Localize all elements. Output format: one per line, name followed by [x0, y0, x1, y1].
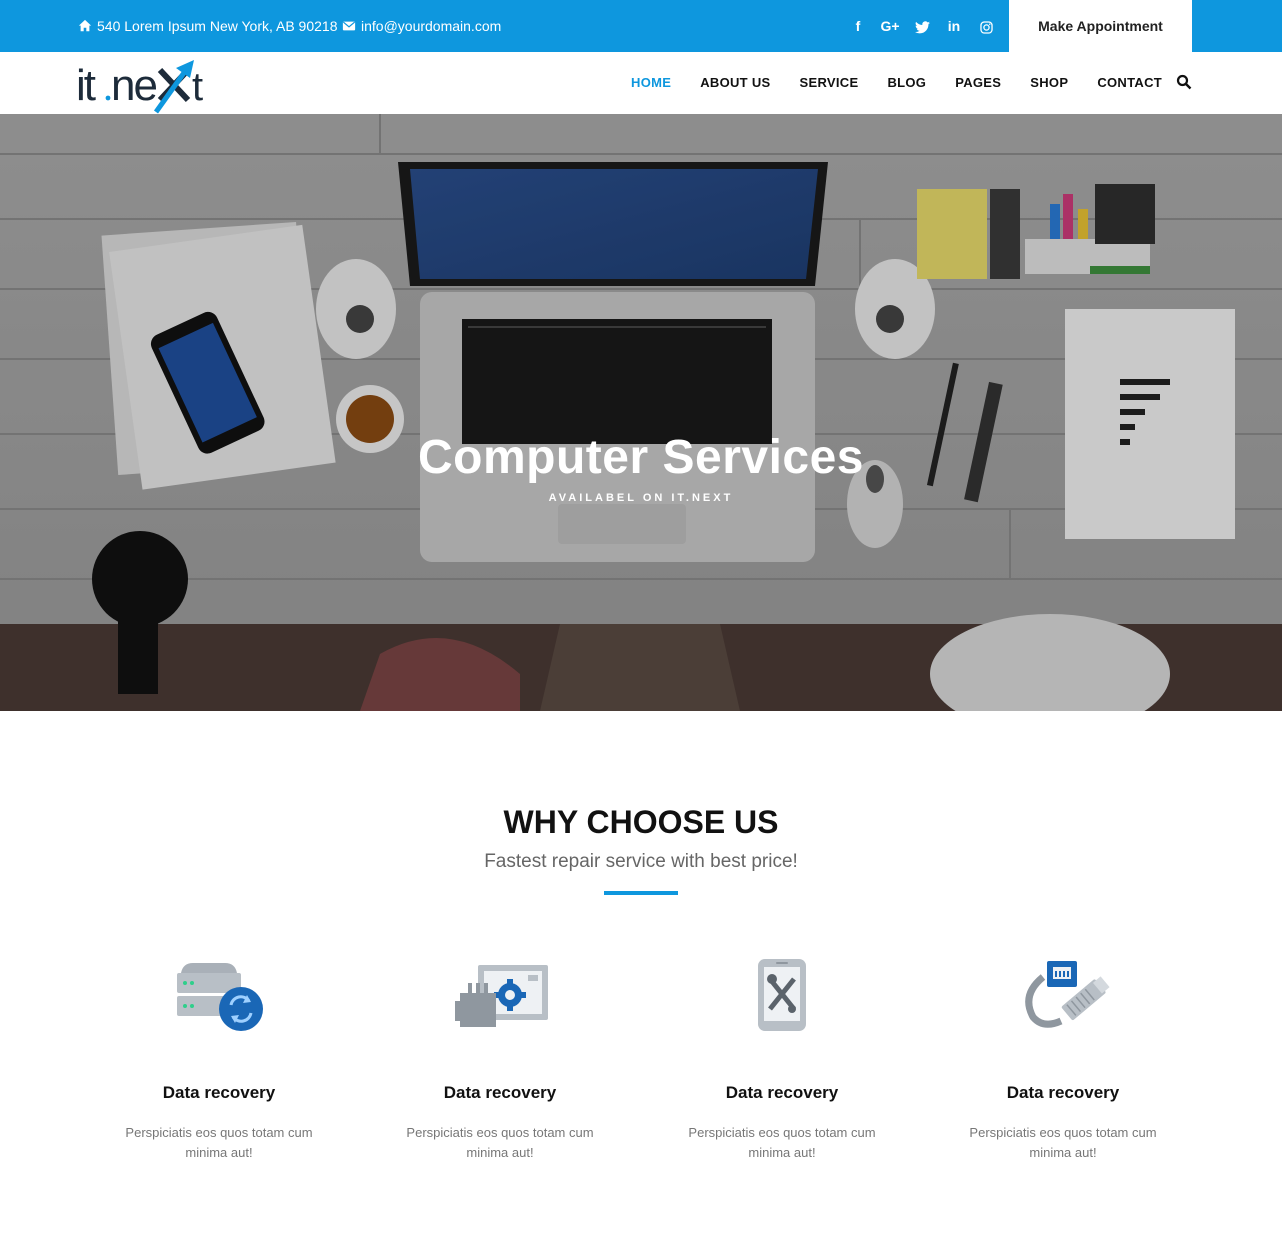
section-subtitle: Fastest repair service with best price!	[484, 851, 798, 872]
feature-description: Perspiciatis eos quos totam cum minima a…	[125, 1125, 313, 1160]
nav-blog[interactable]: BLOG	[887, 75, 926, 90]
twitter-icon[interactable]	[906, 15, 938, 37]
title-divider	[604, 891, 678, 895]
google-plus-icon[interactable]: G+	[874, 15, 906, 37]
site-logo[interactable]: it ne t	[76, 56, 226, 114]
network-cable-icon	[1025, 961, 1110, 1028]
hero-desk-image	[0, 114, 1282, 711]
svg-text:it: it	[76, 61, 96, 110]
top-bar: 540 Lorem Ipsum New York, AB 90218 info@…	[0, 0, 1282, 52]
feature-title: Data recovery	[443, 1083, 557, 1102]
search-icon[interactable]	[1176, 74, 1192, 90]
svg-text:t: t	[192, 65, 203, 109]
feature-title: Data recovery	[725, 1083, 839, 1102]
email[interactable]: info@yourdomain.com	[342, 18, 501, 34]
feature-card: Data recovery Perspiciatis eos quos tota…	[99, 955, 339, 1160]
email-text[interactable]: info@yourdomain.com	[361, 18, 501, 34]
feature-description: Perspiciatis eos quos totam cum minima a…	[688, 1125, 876, 1160]
main-nav: HOME ABOUT US SERVICE BLOG PAGES SHOP CO…	[631, 75, 1191, 90]
hero-banner: Computer Services AVAILABEL ON IT.NEXT	[0, 114, 1282, 711]
make-appointment-button[interactable]: Make Appointment	[1009, 0, 1192, 52]
nav-contact[interactable]: CONTACT	[1097, 75, 1162, 90]
instagram-icon[interactable]	[970, 15, 1002, 37]
feature-title: Data recovery	[162, 1083, 276, 1102]
nav-shop[interactable]: SHOP	[1030, 75, 1068, 90]
hero-subtitle: AVAILABEL ON IT.NEXT	[548, 492, 734, 504]
address-text: 540 Lorem Ipsum New York, AB 90218	[97, 18, 338, 34]
feature-card: Data recovery Perspiciatis eos quos tota…	[943, 955, 1183, 1160]
nav-home[interactable]: HOME	[631, 75, 671, 90]
hardware-settings-icon	[455, 965, 548, 1027]
social-links: f G+ in	[842, 15, 1002, 37]
nav-service[interactable]: SERVICE	[800, 75, 859, 90]
feature-description: Perspiciatis eos quos totam cum minima a…	[406, 1125, 594, 1160]
nav-pages[interactable]: PAGES	[955, 75, 1001, 90]
facebook-icon[interactable]: f	[842, 15, 874, 37]
section-title: WHY CHOOSE US	[503, 804, 779, 840]
linkedin-icon[interactable]: in	[938, 15, 970, 37]
feature-card: Data recovery Perspiciatis eos quos tota…	[662, 955, 902, 1160]
server-sync-icon	[177, 963, 263, 1031]
home-icon	[78, 19, 92, 32]
svg-text:ne: ne	[111, 61, 156, 110]
address: 540 Lorem Ipsum New York, AB 90218	[78, 18, 337, 34]
mobile-repair-icon	[758, 959, 806, 1031]
feature-description: Perspiciatis eos quos totam cum minima a…	[969, 1125, 1157, 1160]
feature-title: Data recovery	[1006, 1083, 1120, 1102]
hero-title: Computer Services	[417, 431, 864, 484]
envelope-icon	[342, 21, 356, 31]
feature-card: Data recovery Perspiciatis eos quos tota…	[380, 955, 620, 1160]
nav-about-us[interactable]: ABOUT US	[700, 75, 770, 90]
